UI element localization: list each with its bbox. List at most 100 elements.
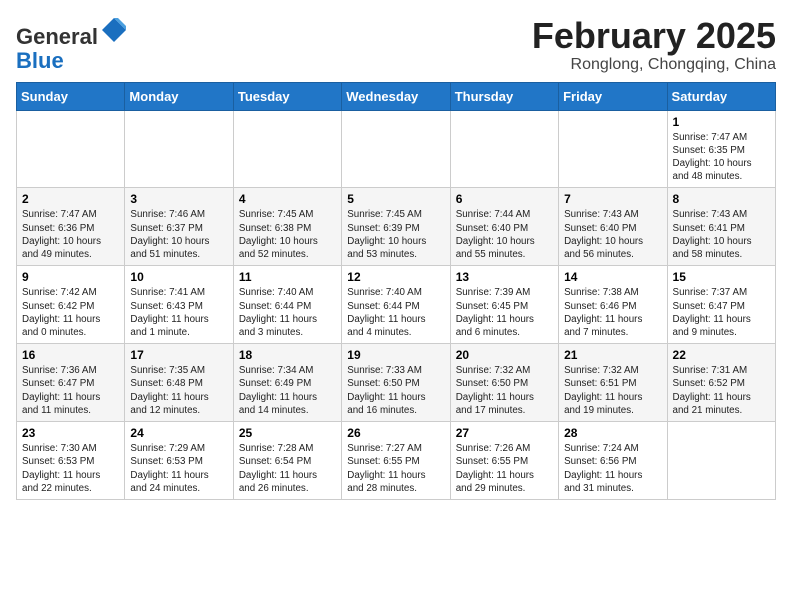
calendar-day-28: 28 Sunrise: 7:24 AMSunset: 6:56 PMDayligh… — [559, 422, 667, 500]
day-info: Sunrise: 7:44 AMSunset: 6:40 PMDaylight:… — [456, 209, 535, 260]
day-info: Sunrise: 7:32 AMSunset: 6:50 PMDaylight:… — [456, 365, 534, 416]
day-number: 11 — [239, 270, 336, 284]
day-number: 13 — [456, 270, 553, 284]
empty-day-cell — [17, 110, 125, 188]
day-info: Sunrise: 7:43 AMSunset: 6:40 PMDaylight:… — [564, 209, 643, 260]
calendar-week-row: 1 Sunrise: 7:47 AMSunset: 6:35 PMDaylight… — [17, 110, 776, 188]
day-number: 22 — [673, 348, 770, 362]
day-info: Sunrise: 7:35 AMSunset: 6:48 PMDaylight:… — [130, 365, 208, 416]
weekday-header-wednesday: Wednesday — [342, 82, 450, 110]
day-number: 28 — [564, 426, 661, 440]
calendar-day-1: 1 Sunrise: 7:47 AMSunset: 6:35 PMDaylight… — [667, 110, 775, 188]
day-info: Sunrise: 7:33 AMSunset: 6:50 PMDaylight:… — [347, 365, 425, 416]
calendar-table: SundayMondayTuesdayWednesdayThursdayFrid… — [16, 82, 776, 500]
day-number: 25 — [239, 426, 336, 440]
day-info: Sunrise: 7:47 AMSunset: 6:35 PMDaylight:… — [673, 132, 752, 183]
day-number: 1 — [673, 115, 770, 129]
day-info: Sunrise: 7:46 AMSunset: 6:37 PMDaylight:… — [130, 209, 209, 260]
empty-day-cell — [233, 110, 341, 188]
calendar-day-4: 4 Sunrise: 7:45 AMSunset: 6:38 PMDaylight… — [233, 188, 341, 266]
month-title: February 2025 — [532, 16, 776, 56]
day-info: Sunrise: 7:26 AMSunset: 6:55 PMDaylight:… — [456, 443, 534, 494]
logo: General Blue — [16, 16, 128, 73]
calendar-day-19: 19 Sunrise: 7:33 AMSunset: 6:50 PMDayligh… — [342, 344, 450, 422]
logo-icon — [100, 16, 128, 44]
calendar-day-26: 26 Sunrise: 7:27 AMSunset: 6:55 PMDayligh… — [342, 422, 450, 500]
logo-general-text: General — [16, 24, 98, 49]
calendar-week-row: 2 Sunrise: 7:47 AMSunset: 6:36 PMDaylight… — [17, 188, 776, 266]
day-number: 12 — [347, 270, 444, 284]
day-info: Sunrise: 7:30 AMSunset: 6:53 PMDaylight:… — [22, 443, 100, 494]
day-number: 2 — [22, 192, 119, 206]
day-number: 7 — [564, 192, 661, 206]
calendar-week-row: 23 Sunrise: 7:30 AMSunset: 6:53 PMDayligh… — [17, 422, 776, 500]
day-info: Sunrise: 7:43 AMSunset: 6:41 PMDaylight:… — [673, 209, 752, 260]
calendar-day-16: 16 Sunrise: 7:36 AMSunset: 6:47 PMDayligh… — [17, 344, 125, 422]
weekday-header-tuesday: Tuesday — [233, 82, 341, 110]
weekday-header-sunday: Sunday — [17, 82, 125, 110]
day-info: Sunrise: 7:47 AMSunset: 6:36 PMDaylight:… — [22, 209, 101, 260]
day-number: 9 — [22, 270, 119, 284]
location-subtitle: Ronglong, Chongqing, China — [532, 56, 776, 74]
day-number: 3 — [130, 192, 227, 206]
day-info: Sunrise: 7:31 AMSunset: 6:52 PMDaylight:… — [673, 365, 751, 416]
calendar-day-7: 7 Sunrise: 7:43 AMSunset: 6:40 PMDaylight… — [559, 188, 667, 266]
calendar-day-22: 22 Sunrise: 7:31 AMSunset: 6:52 PMDayligh… — [667, 344, 775, 422]
calendar-day-17: 17Sunrise: 7:35 AMSunset: 6:48 PMDayligh… — [125, 344, 233, 422]
calendar-day-13: 13 Sunrise: 7:39 AMSunset: 6:45 PMDayligh… — [450, 266, 558, 344]
title-area: February 2025 Ronglong, Chongqing, China — [532, 16, 776, 74]
day-info: Sunrise: 7:24 AMSunset: 6:56 PMDaylight:… — [564, 443, 642, 494]
day-info: Sunrise: 7:28 AMSunset: 6:54 PMDaylight:… — [239, 443, 317, 494]
calendar-day-14: 14 Sunrise: 7:38 AMSunset: 6:46 PMDayligh… — [559, 266, 667, 344]
weekday-header-thursday: Thursday — [450, 82, 558, 110]
day-number: 19 — [347, 348, 444, 362]
day-info: Sunrise: 7:38 AMSunset: 6:46 PMDaylight:… — [564, 287, 642, 338]
day-number: 8 — [673, 192, 770, 206]
calendar-week-row: 9Sunrise: 7:42 AMSunset: 6:42 PMDaylight… — [17, 266, 776, 344]
calendar-day-20: 20Sunrise: 7:32 AMSunset: 6:50 PMDayligh… — [450, 344, 558, 422]
day-info: Sunrise: 7:34 AMSunset: 6:49 PMDaylight:… — [239, 365, 317, 416]
calendar-day-27: 27Sunrise: 7:26 AMSunset: 6:55 PMDayligh… — [450, 422, 558, 500]
day-info: Sunrise: 7:40 AMSunset: 6:44 PMDaylight:… — [239, 287, 317, 338]
day-number: 26 — [347, 426, 444, 440]
day-number: 24 — [130, 426, 227, 440]
calendar-day-9: 9Sunrise: 7:42 AMSunset: 6:42 PMDaylight… — [17, 266, 125, 344]
empty-day-cell — [667, 422, 775, 500]
day-number: 14 — [564, 270, 661, 284]
day-number: 21 — [564, 348, 661, 362]
calendar-day-6: 6 Sunrise: 7:44 AMSunset: 6:40 PMDaylight… — [450, 188, 558, 266]
weekday-header-row: SundayMondayTuesdayWednesdayThursdayFrid… — [17, 82, 776, 110]
day-number: 23 — [22, 426, 119, 440]
empty-day-cell — [559, 110, 667, 188]
calendar-week-row: 16 Sunrise: 7:36 AMSunset: 6:47 PMDayligh… — [17, 344, 776, 422]
page-header: General Blue February 2025 Ronglong, Cho… — [16, 16, 776, 74]
calendar-day-11: 11 Sunrise: 7:40 AMSunset: 6:44 PMDayligh… — [233, 266, 341, 344]
logo-blue-text: Blue — [16, 48, 64, 73]
day-info: Sunrise: 7:29 AMSunset: 6:53 PMDaylight:… — [130, 443, 208, 494]
day-info: Sunrise: 7:41 AMSunset: 6:43 PMDaylight:… — [130, 287, 208, 338]
day-number: 4 — [239, 192, 336, 206]
day-info: Sunrise: 7:45 AMSunset: 6:38 PMDaylight:… — [239, 209, 318, 260]
day-number: 6 — [456, 192, 553, 206]
weekday-header-friday: Friday — [559, 82, 667, 110]
day-number: 5 — [347, 192, 444, 206]
day-info: Sunrise: 7:37 AMSunset: 6:47 PMDaylight:… — [673, 287, 751, 338]
calendar-day-21: 21Sunrise: 7:32 AMSunset: 6:51 PMDayligh… — [559, 344, 667, 422]
day-info: Sunrise: 7:27 AMSunset: 6:55 PMDaylight:… — [347, 443, 425, 494]
day-number: 10 — [130, 270, 227, 284]
day-number: 18 — [239, 348, 336, 362]
day-info: Sunrise: 7:39 AMSunset: 6:45 PMDaylight:… — [456, 287, 534, 338]
calendar-day-3: 3 Sunrise: 7:46 AMSunset: 6:37 PMDaylight… — [125, 188, 233, 266]
day-number: 15 — [673, 270, 770, 284]
calendar-day-15: 15 Sunrise: 7:37 AMSunset: 6:47 PMDayligh… — [667, 266, 775, 344]
day-info: Sunrise: 7:45 AMSunset: 6:39 PMDaylight:… — [347, 209, 426, 260]
empty-day-cell — [125, 110, 233, 188]
calendar-day-10: 10 Sunrise: 7:41 AMSunset: 6:43 PMDayligh… — [125, 266, 233, 344]
day-number: 16 — [22, 348, 119, 362]
calendar-day-12: 12 Sunrise: 7:40 AMSunset: 6:44 PMDayligh… — [342, 266, 450, 344]
calendar-day-2: 2 Sunrise: 7:47 AMSunset: 6:36 PMDaylight… — [17, 188, 125, 266]
day-info: Sunrise: 7:36 AMSunset: 6:47 PMDaylight:… — [22, 365, 100, 416]
calendar-day-5: 5 Sunrise: 7:45 AMSunset: 6:39 PMDaylight… — [342, 188, 450, 266]
day-info: Sunrise: 7:40 AMSunset: 6:44 PMDaylight:… — [347, 287, 425, 338]
calendar-day-18: 18 Sunrise: 7:34 AMSunset: 6:49 PMDayligh… — [233, 344, 341, 422]
